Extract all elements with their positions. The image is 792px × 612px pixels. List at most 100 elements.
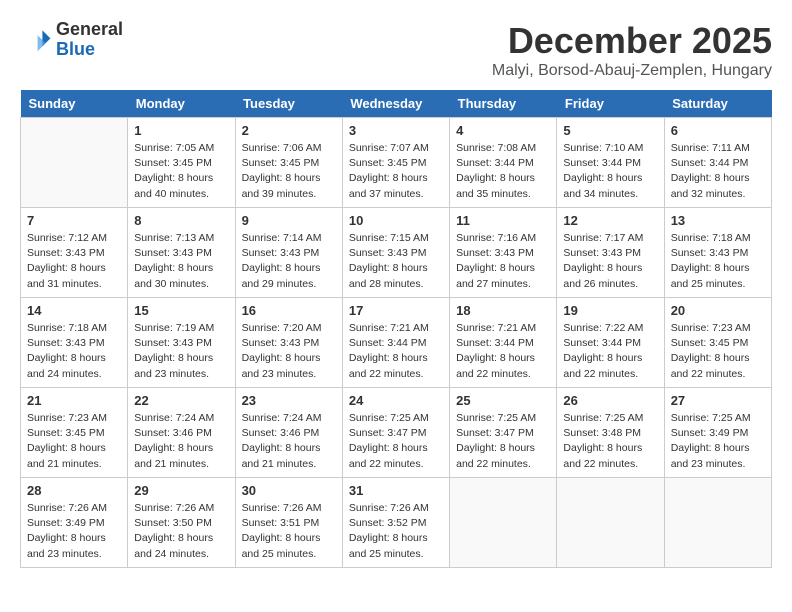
day-info: Sunrise: 7:20 AMSunset: 3:43 PMDaylight:… (242, 321, 336, 382)
day-info: Sunrise: 7:10 AMSunset: 3:44 PMDaylight:… (563, 141, 657, 202)
day-number: 25 (456, 393, 550, 408)
day-info: Sunrise: 7:16 AMSunset: 3:43 PMDaylight:… (456, 231, 550, 292)
day-number: 5 (563, 123, 657, 138)
calendar-cell (664, 478, 771, 568)
day-number: 14 (27, 303, 121, 318)
calendar-cell: 6 Sunrise: 7:11 AMSunset: 3:44 PMDaylight… (664, 118, 771, 208)
day-number: 3 (349, 123, 443, 138)
title-area: December 2025 Malyi, Borsod-Abauj-Zemple… (492, 20, 772, 80)
month-title: December 2025 (492, 20, 772, 62)
day-info: Sunrise: 7:15 AMSunset: 3:43 PMDaylight:… (349, 231, 443, 292)
day-info: Sunrise: 7:25 AMSunset: 3:47 PMDaylight:… (349, 411, 443, 472)
calendar-cell: 29 Sunrise: 7:26 AMSunset: 3:50 PMDayligh… (128, 478, 235, 568)
day-number: 7 (27, 213, 121, 228)
calendar-cell: 19 Sunrise: 7:22 AMSunset: 3:44 PMDayligh… (557, 298, 664, 388)
day-info: Sunrise: 7:25 AMSunset: 3:49 PMDaylight:… (671, 411, 765, 472)
day-info: Sunrise: 7:23 AMSunset: 3:45 PMDaylight:… (671, 321, 765, 382)
calendar-cell: 28Sunrise: 7:26 AMSunset: 3:49 PMDayligh… (21, 478, 128, 568)
day-info: Sunrise: 7:05 AMSunset: 3:45 PMDaylight:… (134, 141, 228, 202)
column-header-thursday: Thursday (450, 90, 557, 118)
calendar-week-5: 28Sunrise: 7:26 AMSunset: 3:49 PMDayligh… (21, 478, 772, 568)
day-info: Sunrise: 7:22 AMSunset: 3:44 PMDaylight:… (563, 321, 657, 382)
calendar-week-2: 7Sunrise: 7:12 AMSunset: 3:43 PMDaylight… (21, 208, 772, 298)
logo: General Blue (20, 20, 123, 60)
day-info: Sunrise: 7:25 AMSunset: 3:47 PMDaylight:… (456, 411, 550, 472)
day-info: Sunrise: 7:23 AMSunset: 3:45 PMDaylight:… (27, 411, 121, 472)
day-info: Sunrise: 7:18 AMSunset: 3:43 PMDaylight:… (671, 231, 765, 292)
column-header-friday: Friday (557, 90, 664, 118)
day-number: 24 (349, 393, 443, 408)
calendar-cell: 3Sunrise: 7:07 AMSunset: 3:45 PMDaylight… (342, 118, 449, 208)
day-number: 13 (671, 213, 765, 228)
day-number: 1 (134, 123, 228, 138)
logo-icon (20, 24, 52, 56)
calendar-cell: 5 Sunrise: 7:10 AMSunset: 3:44 PMDaylight… (557, 118, 664, 208)
day-number: 30 (242, 483, 336, 498)
day-number: 27 (671, 393, 765, 408)
column-header-wednesday: Wednesday (342, 90, 449, 118)
calendar-cell: 30 Sunrise: 7:26 AMSunset: 3:51 PMDayligh… (235, 478, 342, 568)
calendar-cell: 21 Sunrise: 7:23 AMSunset: 3:45 PMDayligh… (21, 388, 128, 478)
calendar-cell: 2 Sunrise: 7:06 AMSunset: 3:45 PMDaylight… (235, 118, 342, 208)
day-number: 19 (563, 303, 657, 318)
column-header-saturday: Saturday (664, 90, 771, 118)
calendar-cell: 14 Sunrise: 7:18 AMSunset: 3:43 PMDayligh… (21, 298, 128, 388)
calendar-cell: 7Sunrise: 7:12 AMSunset: 3:43 PMDaylight… (21, 208, 128, 298)
calendar-cell: 20 Sunrise: 7:23 AMSunset: 3:45 PMDayligh… (664, 298, 771, 388)
calendar-cell: 1 Sunrise: 7:05 AMSunset: 3:45 PMDaylight… (128, 118, 235, 208)
day-info: Sunrise: 7:06 AMSunset: 3:45 PMDaylight:… (242, 141, 336, 202)
calendar-cell: 4 Sunrise: 7:08 AMSunset: 3:44 PMDaylight… (450, 118, 557, 208)
calendar-cell: 9Sunrise: 7:14 AMSunset: 3:43 PMDaylight… (235, 208, 342, 298)
calendar-cell: 16 Sunrise: 7:20 AMSunset: 3:43 PMDayligh… (235, 298, 342, 388)
day-info: Sunrise: 7:17 AMSunset: 3:43 PMDaylight:… (563, 231, 657, 292)
logo-text: General Blue (56, 20, 123, 60)
day-number: 31 (349, 483, 443, 498)
day-number: 21 (27, 393, 121, 408)
day-info: Sunrise: 7:08 AMSunset: 3:44 PMDaylight:… (456, 141, 550, 202)
calendar-cell (21, 118, 128, 208)
day-number: 26 (563, 393, 657, 408)
day-number: 29 (134, 483, 228, 498)
day-number: 20 (671, 303, 765, 318)
logo-blue-text: Blue (56, 39, 95, 59)
calendar-cell: 13 Sunrise: 7:18 AMSunset: 3:43 PMDayligh… (664, 208, 771, 298)
day-number: 2 (242, 123, 336, 138)
day-number: 4 (456, 123, 550, 138)
calendar-cell: 24 Sunrise: 7:25 AMSunset: 3:47 PMDayligh… (342, 388, 449, 478)
day-info: Sunrise: 7:21 AMSunset: 3:44 PMDaylight:… (456, 321, 550, 382)
logo-general-text: General (56, 19, 123, 39)
day-info: Sunrise: 7:25 AMSunset: 3:48 PMDaylight:… (563, 411, 657, 472)
calendar-cell: 17Sunrise: 7:21 AMSunset: 3:44 PMDayligh… (342, 298, 449, 388)
day-number: 23 (242, 393, 336, 408)
day-number: 15 (134, 303, 228, 318)
calendar-cell: 11 Sunrise: 7:16 AMSunset: 3:43 PMDayligh… (450, 208, 557, 298)
day-info: Sunrise: 7:21 AMSunset: 3:44 PMDaylight:… (349, 321, 443, 382)
calendar-week-1: 1 Sunrise: 7:05 AMSunset: 3:45 PMDaylight… (21, 118, 772, 208)
calendar-cell: 25 Sunrise: 7:25 AMSunset: 3:47 PMDayligh… (450, 388, 557, 478)
day-info: Sunrise: 7:11 AMSunset: 3:44 PMDaylight:… (671, 141, 765, 202)
calendar-cell: 23 Sunrise: 7:24 AMSunset: 3:46 PMDayligh… (235, 388, 342, 478)
day-info: Sunrise: 7:24 AMSunset: 3:46 PMDaylight:… (242, 411, 336, 472)
day-info: Sunrise: 7:26 AMSunset: 3:50 PMDaylight:… (134, 501, 228, 562)
day-number: 16 (242, 303, 336, 318)
location-title: Malyi, Borsod-Abauj-Zemplen, Hungary (492, 62, 772, 80)
day-number: 10 (349, 213, 443, 228)
day-info: Sunrise: 7:19 AMSunset: 3:43 PMDaylight:… (134, 321, 228, 382)
day-info: Sunrise: 7:26 AMSunset: 3:49 PMDaylight:… (27, 501, 121, 562)
day-info: Sunrise: 7:26 AMSunset: 3:51 PMDaylight:… (242, 501, 336, 562)
day-info: Sunrise: 7:18 AMSunset: 3:43 PMDaylight:… (27, 321, 121, 382)
calendar-week-4: 21 Sunrise: 7:23 AMSunset: 3:45 PMDayligh… (21, 388, 772, 478)
column-header-monday: Monday (128, 90, 235, 118)
day-info: Sunrise: 7:13 AMSunset: 3:43 PMDaylight:… (134, 231, 228, 292)
day-info: Sunrise: 7:26 AMSunset: 3:52 PMDaylight:… (349, 501, 443, 562)
calendar-header-row: SundayMondayTuesdayWednesdayThursdayFrid… (21, 90, 772, 118)
calendar-week-3: 14 Sunrise: 7:18 AMSunset: 3:43 PMDayligh… (21, 298, 772, 388)
day-number: 11 (456, 213, 550, 228)
calendar-cell: 22Sunrise: 7:24 AMSunset: 3:46 PMDayligh… (128, 388, 235, 478)
calendar-cell: 8Sunrise: 7:13 AMSunset: 3:43 PMDaylight… (128, 208, 235, 298)
day-number: 6 (671, 123, 765, 138)
day-number: 18 (456, 303, 550, 318)
day-number: 12 (563, 213, 657, 228)
column-header-tuesday: Tuesday (235, 90, 342, 118)
day-info: Sunrise: 7:14 AMSunset: 3:43 PMDaylight:… (242, 231, 336, 292)
